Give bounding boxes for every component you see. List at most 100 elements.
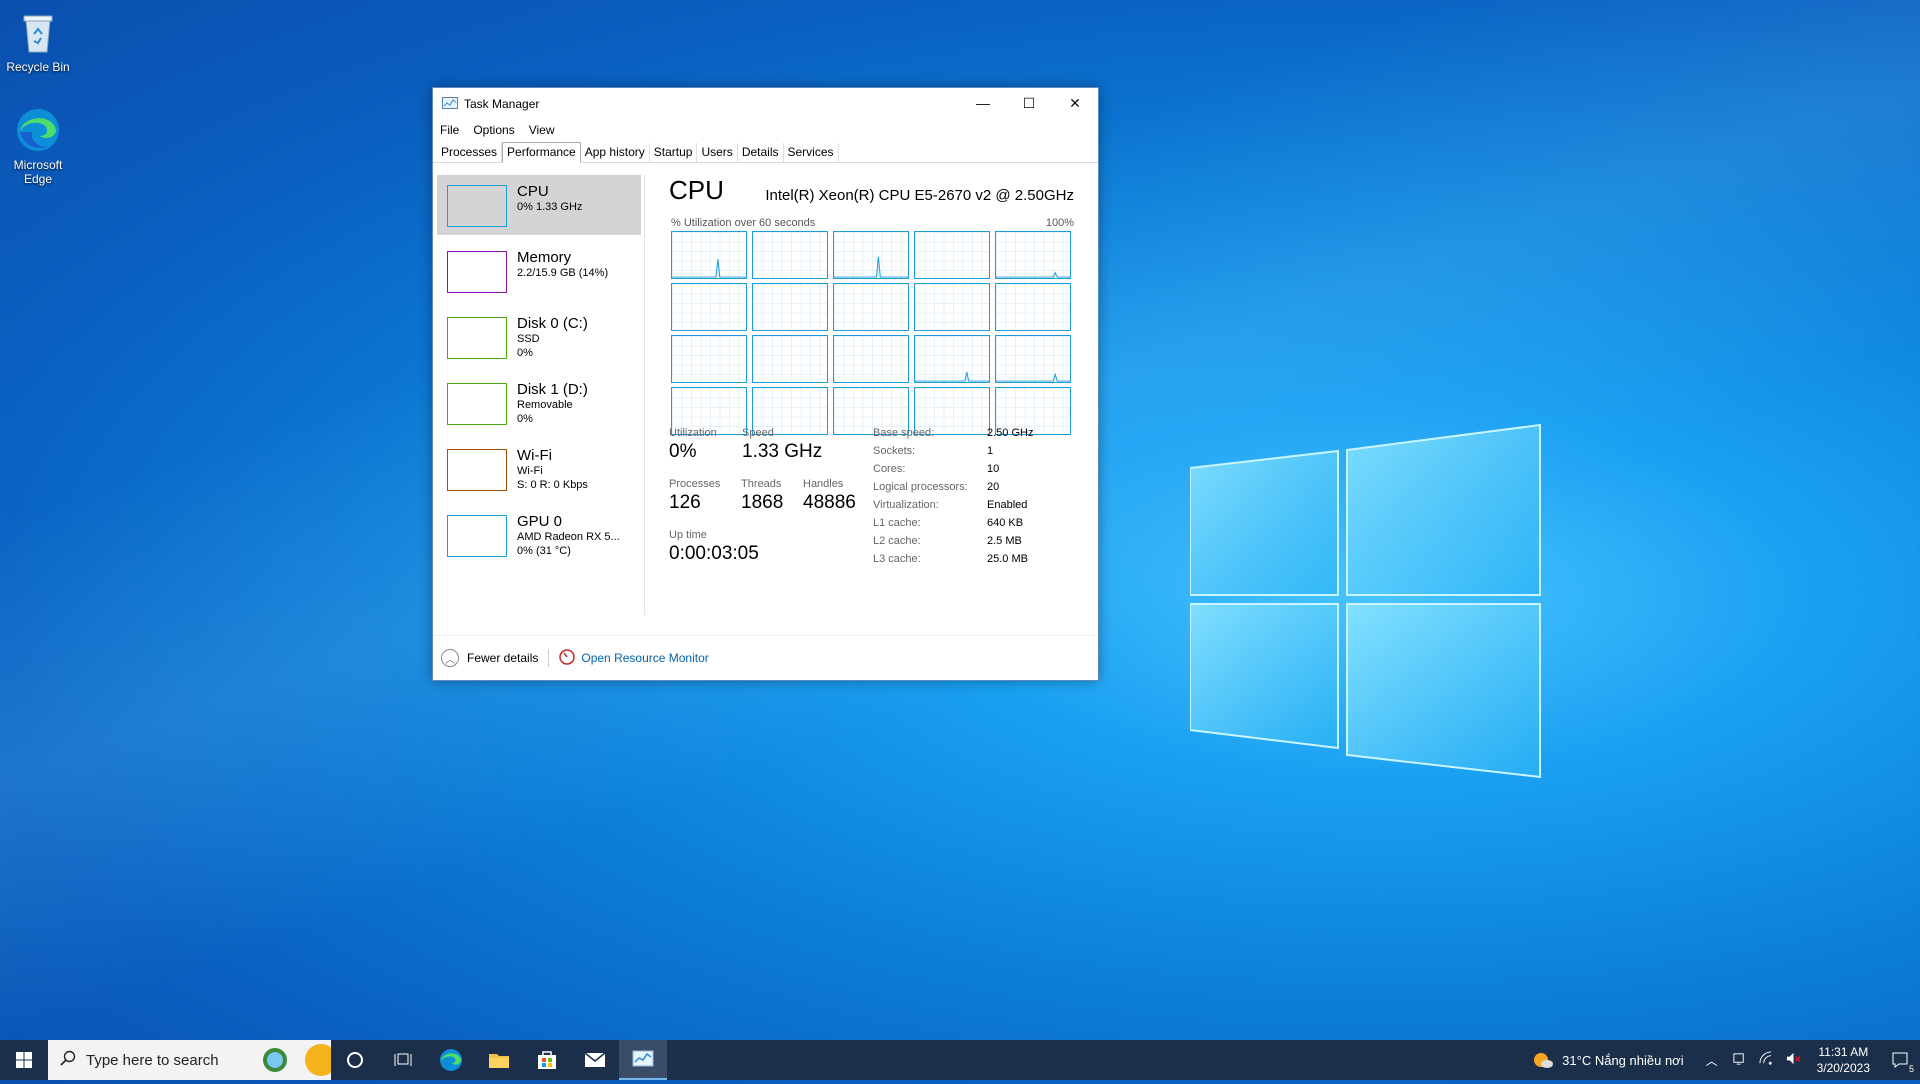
weather-widget[interactable]: 31°C Nắng nhiều nơi [1532, 1049, 1684, 1071]
logical-processor-graph [914, 231, 990, 279]
spec-value: Enabled [987, 499, 1028, 511]
taskbar-edge[interactable] [427, 1040, 475, 1080]
utilization-graph-max: 100% [1045, 217, 1074, 229]
open-resource-monitor-link[interactable]: Open Resource Monitor [559, 648, 709, 668]
taskbar-mail[interactable] [571, 1040, 619, 1080]
task-manager-icon [632, 1050, 654, 1067]
network-icon[interactable] [1759, 1051, 1774, 1069]
performance-body: CPU 0% 1.33 GHz Memory 2.2/15.9 GB (14%)… [433, 163, 1098, 633]
close-button[interactable]: ✕ [1052, 88, 1098, 118]
device-detail-2: 0% (31 °C) [517, 545, 571, 557]
fewer-details-label: Fewer details [467, 651, 539, 665]
window-title: Task Manager [464, 97, 540, 111]
tab-services[interactable]: Services [784, 143, 839, 162]
device-detail-2: 0% [517, 413, 533, 425]
minimize-button[interactable]: — [960, 88, 1006, 118]
device-name: Wi-Fi [517, 447, 552, 464]
clock[interactable]: 11:31 AM 3/20/2023 [1817, 1044, 1870, 1076]
meet-now-icon[interactable] [1732, 1051, 1747, 1069]
fewer-details-button[interactable]: ︿ Fewer details [441, 649, 538, 667]
menu-file[interactable]: File [440, 123, 459, 137]
maximize-button[interactable]: ☐ [1006, 88, 1052, 118]
taskbar-file-explorer[interactable] [475, 1040, 523, 1080]
chevron-up-icon[interactable]: ︿ [1706, 1052, 1718, 1069]
device-item-memory[interactable]: Memory 2.2/15.9 GB (14%) [437, 241, 641, 301]
volume-muted-icon[interactable] [1786, 1051, 1801, 1069]
utilization-label: Utilization [669, 427, 717, 439]
task-view-button[interactable] [379, 1040, 427, 1080]
processes-label: Processes [669, 478, 721, 490]
logical-processor-graph [752, 283, 828, 331]
tab-strip: Processes Performance App history Startu… [433, 140, 1098, 163]
device-item-gpu-0[interactable]: GPU 0 AMD Radeon RX 5... 0% (31 °C) [437, 505, 641, 565]
spec-label: Cores: [873, 463, 906, 475]
logical-processor-graph [671, 231, 747, 279]
notification-icon [1892, 1052, 1908, 1068]
recycle-bin-icon [14, 8, 62, 56]
footer-bar: ︿ Fewer details Open Resource Monitor [433, 635, 1098, 680]
tab-startup[interactable]: Startup [650, 143, 698, 162]
uptime-value: 0:00:03:05 [669, 543, 759, 564]
device-list: CPU 0% 1.33 GHz Memory 2.2/15.9 GB (14%)… [437, 175, 641, 571]
tab-users[interactable]: Users [697, 143, 738, 162]
device-detail: 0% 1.33 GHz [517, 201, 583, 213]
device-name: Memory [517, 249, 572, 266]
desktop-icon-recycle-bin[interactable]: Recycle Bin [0, 8, 76, 74]
logical-processor-graph [995, 231, 1071, 279]
desktop-icon-label: Microsoft Edge [13, 158, 63, 186]
menu-view[interactable]: View [529, 123, 555, 137]
weather-text: 31°C Nắng nhiều nơi [1562, 1052, 1684, 1068]
logical-processor-graph [671, 283, 747, 331]
device-item-cpu[interactable]: CPU 0% 1.33 GHz [437, 175, 641, 235]
menu-options[interactable]: Options [473, 123, 514, 137]
spec-label: L1 cache: [873, 517, 921, 529]
logical-processor-graphs[interactable] [671, 231, 1073, 435]
device-name: Disk 0 (C:) [517, 315, 588, 332]
tab-details[interactable]: Details [738, 143, 784, 162]
utilization-value: 0% [669, 441, 697, 462]
device-detail: AMD Radeon RX 5... [517, 531, 620, 543]
device-item-wifi[interactable]: Wi-Fi Wi-Fi S: 0 R: 0 Kbps [437, 439, 641, 499]
weather-sun-icon [1534, 1053, 1554, 1068]
system-tray: 31°C Nắng nhiều nơi ︿ 11:31 AM 3/20/2023… [1532, 1040, 1920, 1080]
task-manager-icon [442, 97, 458, 111]
store-icon [538, 1051, 556, 1069]
utilization-graph-label: % Utilization over 60 seconds [671, 217, 816, 229]
tab-app-history[interactable]: App history [581, 143, 650, 162]
logical-processor-graph [752, 335, 828, 383]
menu-bar: File Options View [433, 120, 1098, 140]
desktop-icon-edge[interactable]: Microsoft Edge [0, 106, 76, 186]
desktop-icon-label: Recycle Bin [6, 60, 70, 74]
device-detail: Removable [517, 399, 573, 411]
tab-performance[interactable]: Performance [502, 142, 581, 163]
start-button[interactable] [0, 1040, 48, 1080]
cortana-button[interactable] [331, 1040, 379, 1080]
taskbar: Type here to search 31°C Nắng nhiều nơi … [0, 1040, 1920, 1080]
logical-processor-graph [833, 231, 909, 279]
cpu-heading: CPU [669, 175, 724, 205]
cpu-thumbnail-graph [447, 185, 507, 227]
search-icon [60, 1050, 76, 1070]
notification-center-button[interactable]: 5 [1880, 1040, 1920, 1080]
footer-separator [548, 649, 550, 667]
logical-processor-graph [833, 335, 909, 383]
logical-processor-graph [914, 335, 990, 383]
taskbar-store[interactable] [523, 1040, 571, 1080]
spec-value: 1 [987, 445, 994, 457]
threads-value: 1868 [741, 492, 784, 513]
spec-label: Virtualization: [873, 499, 939, 511]
title-bar[interactable]: Task Manager — ☐ ✕ [433, 88, 1098, 120]
edge-icon [14, 106, 62, 154]
logical-processor-graph [671, 335, 747, 383]
taskbar-task-manager[interactable] [619, 1040, 667, 1080]
tab-processes[interactable]: Processes [437, 143, 503, 162]
resource-monitor-label: Open Resource Monitor [581, 651, 709, 665]
logical-processor-graph [752, 231, 828, 279]
windows-start-icon [16, 1052, 32, 1068]
folder-icon [489, 1054, 509, 1068]
search-box[interactable]: Type here to search [48, 1040, 337, 1080]
windows-wallpaper-logo [1189, 422, 1550, 782]
notification-count-badge: 5 [1908, 1064, 1914, 1074]
device-item-disk-0[interactable]: Disk 0 (C:) SSD 0% [437, 307, 641, 367]
device-item-disk-1[interactable]: Disk 1 (D:) Removable 0% [437, 373, 641, 433]
